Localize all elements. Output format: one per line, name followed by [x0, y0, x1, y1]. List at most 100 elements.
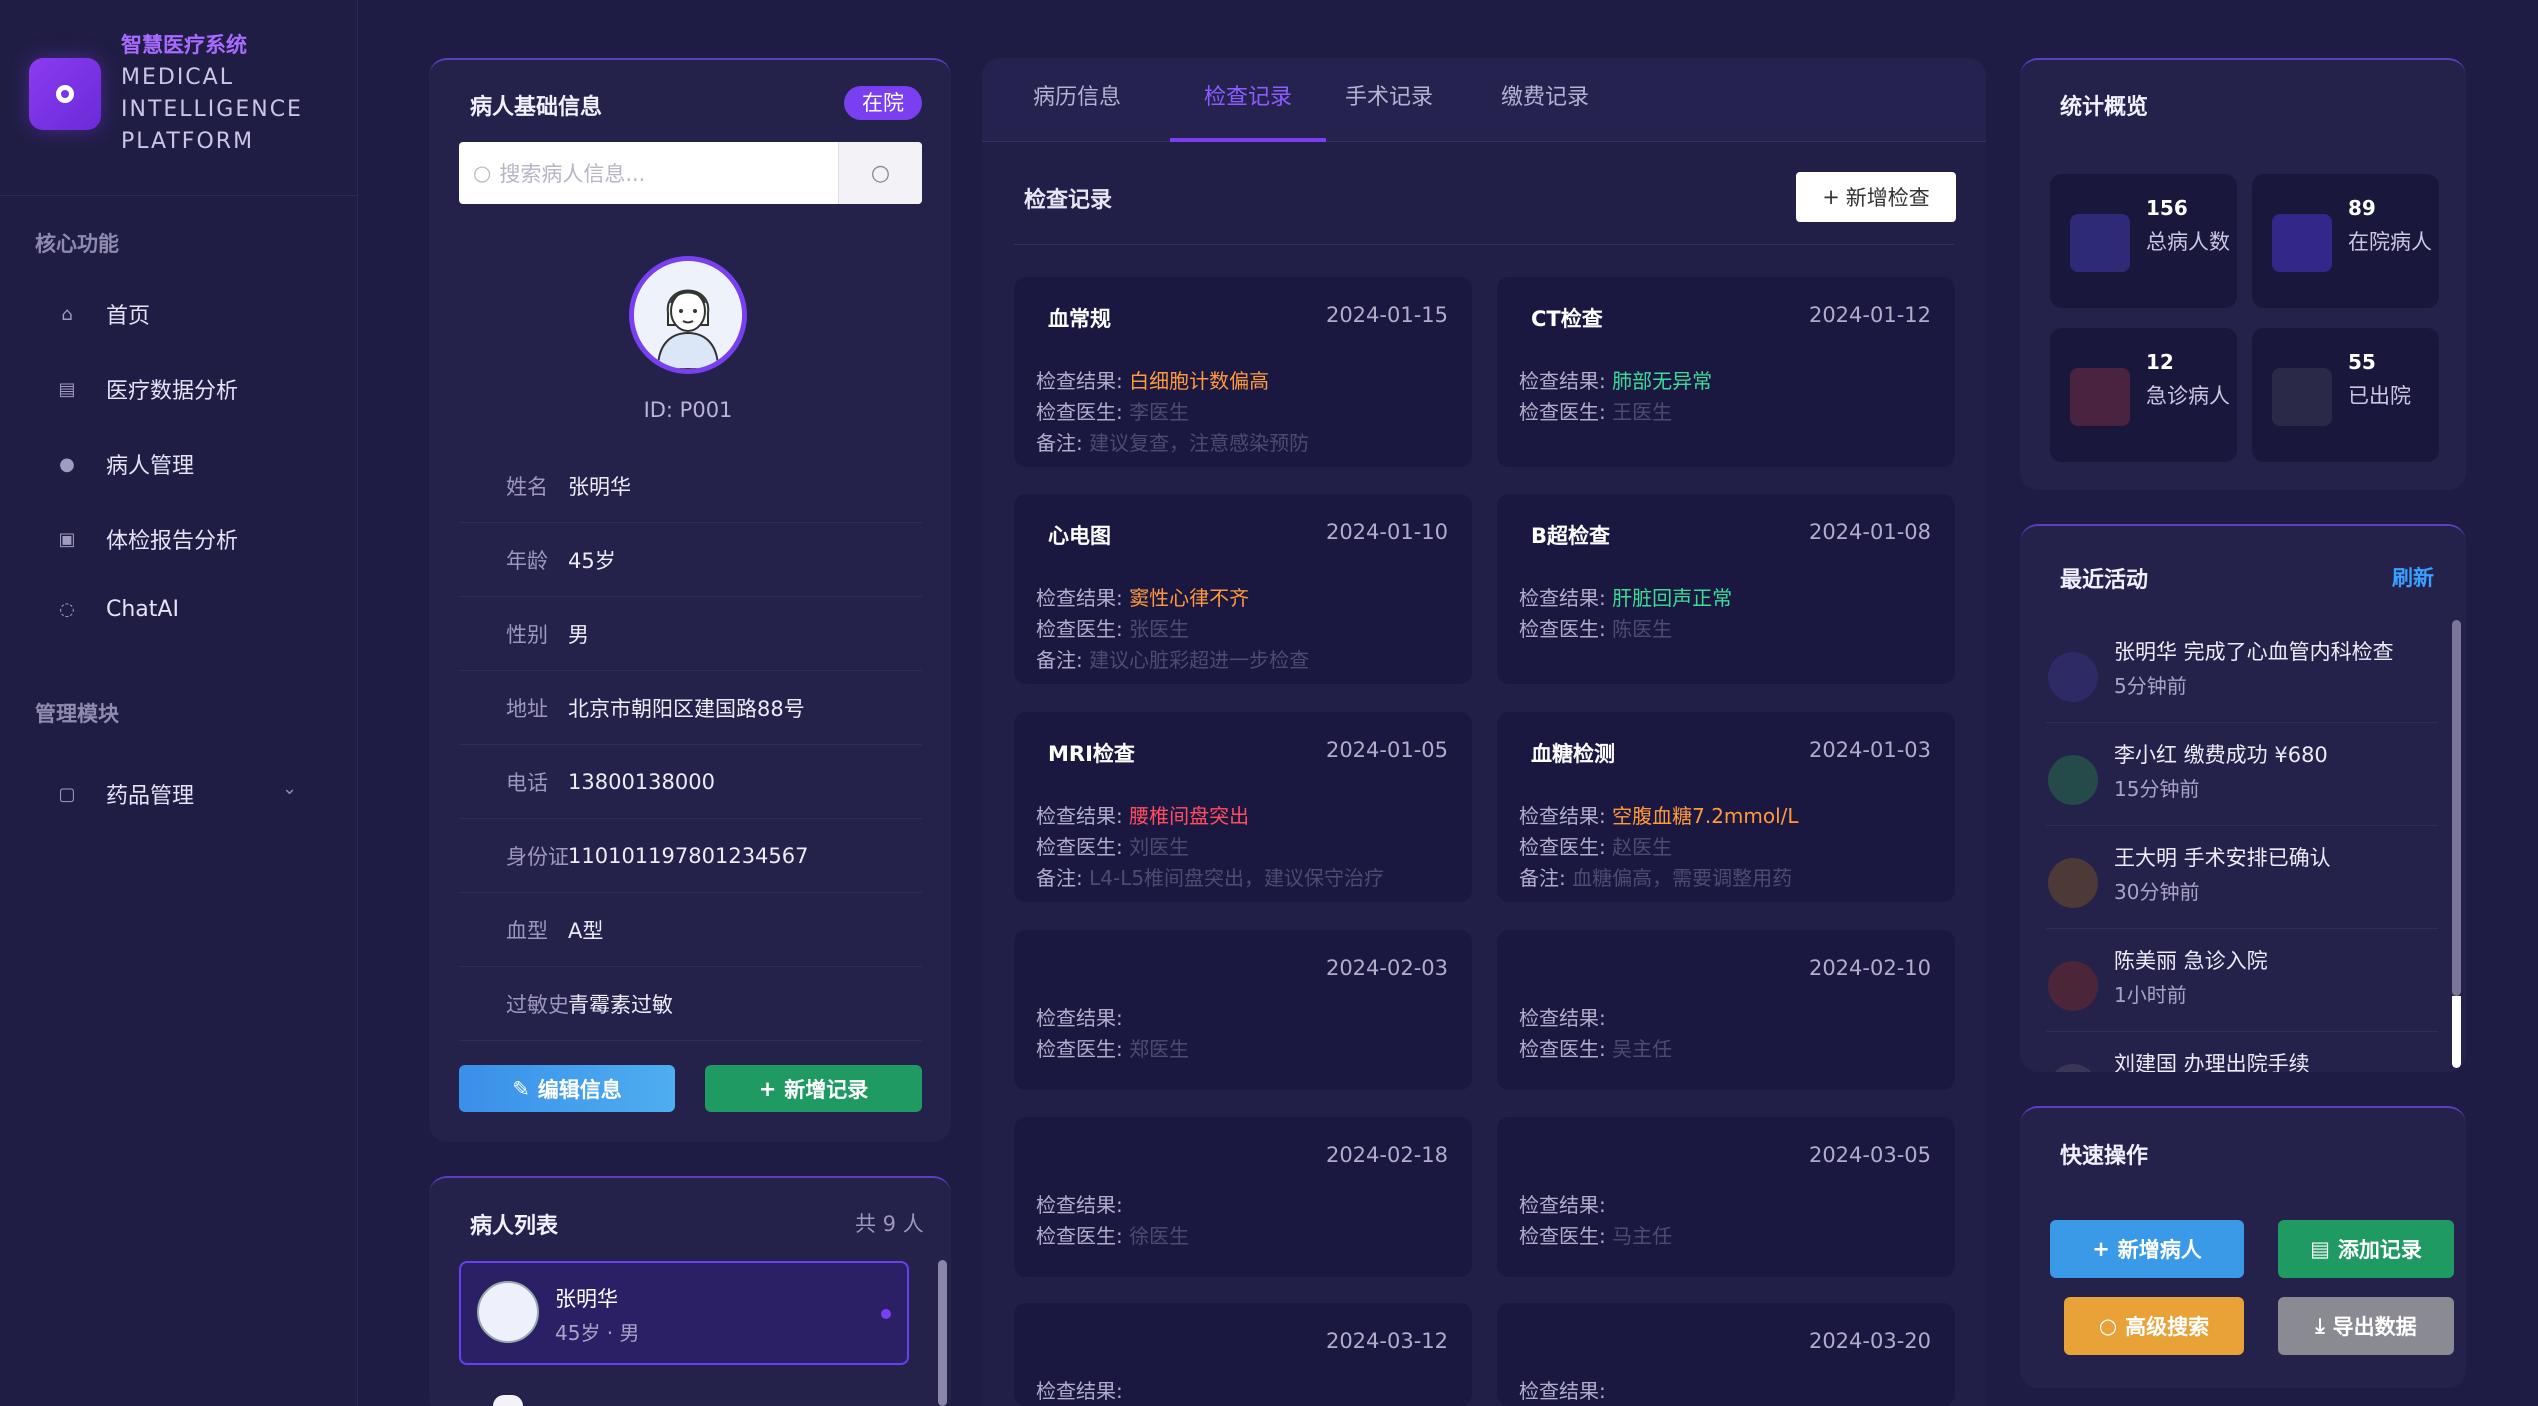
search-button[interactable]: ○	[838, 142, 922, 204]
export-data-button[interactable]: ⤓ 导出数据	[2278, 1297, 2454, 1355]
list-item[interactable]: 张明华 45岁 · 男	[459, 1261, 909, 1365]
tab-medical-history[interactable]: 病历信息	[1022, 58, 1132, 142]
stats-title: 统计概览	[2060, 95, 2149, 120]
exam-result: 白细胞计数偏高	[1129, 369, 1270, 393]
result-label: 检查结果:	[1519, 369, 1606, 393]
patient-list-title: 病人列表	[470, 1214, 559, 1239]
info-row: 姓名 张明华	[459, 449, 922, 523]
search-icon: ○	[2098, 1314, 2118, 1338]
exam-result-row: 检查结果: 肺部无异常	[1519, 365, 1712, 394]
user-icon: ●	[59, 453, 75, 475]
edit-icon: ✎	[512, 1076, 530, 1101]
patient-count: 共 9 人	[855, 1212, 924, 1236]
exam-type: 心电图	[1048, 524, 1111, 548]
section-title-core: 核心功能	[35, 232, 119, 256]
stat-icon	[2272, 368, 2332, 426]
sidebar-item-patients[interactable]: ● 病人管理	[56, 448, 194, 480]
new-patient-button[interactable]: + 新增病人	[2050, 1220, 2244, 1278]
exam-result-row: 检查结果:	[1036, 1189, 1123, 1218]
exam-result-row: 检查结果:	[1519, 1375, 1606, 1404]
exam-record-card[interactable]: 2024-03-05 检查结果: 检查医生: 马主任	[1497, 1117, 1955, 1277]
doctor-label: 检查医生:	[1519, 400, 1606, 424]
stat-label: 急诊病人	[2146, 384, 2230, 408]
edit-info-label: 编辑信息	[537, 1077, 622, 1102]
sidebar-item-data-analysis[interactable]: ▤ 医疗数据分析	[56, 373, 238, 405]
activity-time: 5分钟前	[2114, 674, 2187, 698]
tab-surgery-records[interactable]: 手术记录	[1334, 58, 1444, 142]
stat-label: 总病人数	[2146, 230, 2230, 254]
activity-avatar	[2048, 755, 2098, 805]
exam-date: 2024-03-20	[1808, 1329, 1931, 1353]
stat-number: 156	[2146, 196, 2188, 220]
patient-search: ○ 搜索病人信息... ○	[459, 142, 922, 204]
document-icon: ▤	[2310, 1237, 2330, 1261]
add-record-label: 新增记录	[784, 1077, 869, 1102]
exam-date: 2024-01-12	[1808, 303, 1931, 327]
stat-card: 55 已出院	[2252, 328, 2439, 462]
search-input[interactable]: ○ 搜索病人信息...	[459, 142, 838, 204]
tab-exam-records[interactable]: 检查记录	[1170, 58, 1326, 142]
exam-result: 窦性心律不齐	[1129, 586, 1250, 610]
advanced-search-button[interactable]: ○ 高级搜索	[2064, 1297, 2244, 1355]
patient-list-scrollbar[interactable]	[938, 1260, 947, 1406]
stat-icon	[2070, 214, 2130, 272]
add-record-button[interactable]: + 新增记录	[705, 1065, 922, 1112]
stat-number: 55	[2348, 350, 2376, 374]
info-label: 年龄	[506, 548, 548, 573]
sidebar-item-reports[interactable]: ▣ 体检报告分析	[56, 523, 238, 555]
exam-result-row: 检查结果:	[1519, 1189, 1606, 1218]
doctor-label: 检查医生:	[1036, 400, 1123, 424]
exam-result-row: 检查结果: 窦性心律不齐	[1036, 582, 1249, 611]
exam-date: 2024-02-18	[1325, 1143, 1448, 1167]
selected-dot-icon	[881, 1309, 891, 1319]
plus-icon: +	[2092, 1237, 2110, 1261]
brand-title-en-1: MEDICAL	[121, 65, 234, 90]
exam-record-card[interactable]: 血常规 2024-01-15 检查结果: 白细胞计数偏高 检查医生: 李医生 备注: 建…	[1014, 277, 1472, 467]
exam-doctor: 王医生	[1612, 400, 1673, 424]
exam-record-card[interactable]: 2024-02-18 检查结果: 检查医生: 徐医生	[1014, 1117, 1472, 1277]
avatar	[493, 1395, 523, 1406]
quick-actions-title: 快速操作	[2060, 1144, 2149, 1169]
add-record-quick-label: 添加记录	[2337, 1238, 2422, 1262]
info-value: 45岁	[568, 548, 616, 573]
activity-text: 刘建国 办理出院手续	[2114, 1052, 2310, 1072]
stat-label: 已出院	[2348, 384, 2411, 408]
add-exam-button[interactable]: + 新增检查	[1796, 172, 1956, 222]
exam-record-card[interactable]: 2024-03-12检查结果: 检查医生:	[1014, 1303, 1472, 1406]
stat-card: 156 总病人数	[2050, 174, 2237, 308]
tab-payment-records[interactable]: 缴费记录	[1490, 58, 1600, 142]
add-record-quick-button[interactable]: ▤ 添加记录	[2278, 1220, 2454, 1278]
activity-scrollbar[interactable]	[2452, 620, 2461, 996]
activity-text: 李小红 缴费成功 ¥680	[2114, 743, 2328, 767]
exam-result: 肝脏回声正常	[1612, 586, 1733, 610]
activity-title: 最近活动	[2060, 568, 2149, 593]
sidebar-divider	[0, 195, 358, 196]
exam-date: 2024-01-10	[1325, 520, 1448, 544]
result-label: 检查结果:	[1519, 586, 1606, 610]
exam-result: 肺部无异常	[1612, 369, 1713, 393]
tab-bar: 病历信息 检查记录 手术记录 缴费记录	[982, 58, 1986, 142]
refresh-link[interactable]: 刷新	[2392, 562, 2434, 592]
exam-date: 2024-03-05	[1808, 1143, 1931, 1167]
exam-record-card[interactable]: 2024-03-20检查结果: 检查医生:	[1497, 1303, 1955, 1406]
exam-note-row: 备注: 建议复查，注意感染预防	[1036, 427, 1309, 456]
advanced-search-label: 高级搜索	[2125, 1315, 2210, 1339]
edit-info-button[interactable]: ✎ 编辑信息	[459, 1065, 675, 1112]
export-data-label: 导出数据	[2332, 1315, 2417, 1339]
exam-doctor: 李医生	[1129, 400, 1190, 424]
exam-result-row: 检查结果: 白细胞计数偏高	[1036, 365, 1269, 394]
avatar	[477, 1281, 539, 1343]
sidebar-item-home[interactable]: ⌂ 首页	[56, 298, 150, 330]
brand: 智慧医疗系统 MEDICAL INTELLIGENCE PLATFORM	[29, 28, 303, 158]
sidebar-item-label: 体检报告分析	[106, 529, 239, 554]
result-label: 检查结果:	[1519, 1379, 1606, 1403]
exam-record-card[interactable]: CT检查 2024-01-12 检查结果: 肺部无异常 检查医生: 王医生	[1497, 277, 1955, 467]
stat-card: 89 在院病人	[2252, 174, 2439, 308]
exam-date: 2024-01-08	[1808, 520, 1931, 544]
status-badge: 在院	[844, 86, 922, 120]
search-placeholder: 搜索病人信息...	[499, 162, 646, 186]
sidebar-item-label: 病人管理	[106, 454, 195, 479]
download-icon: ⤓	[2315, 1313, 2325, 1338]
info-label: 姓名	[506, 474, 548, 499]
divider	[1014, 244, 1954, 245]
